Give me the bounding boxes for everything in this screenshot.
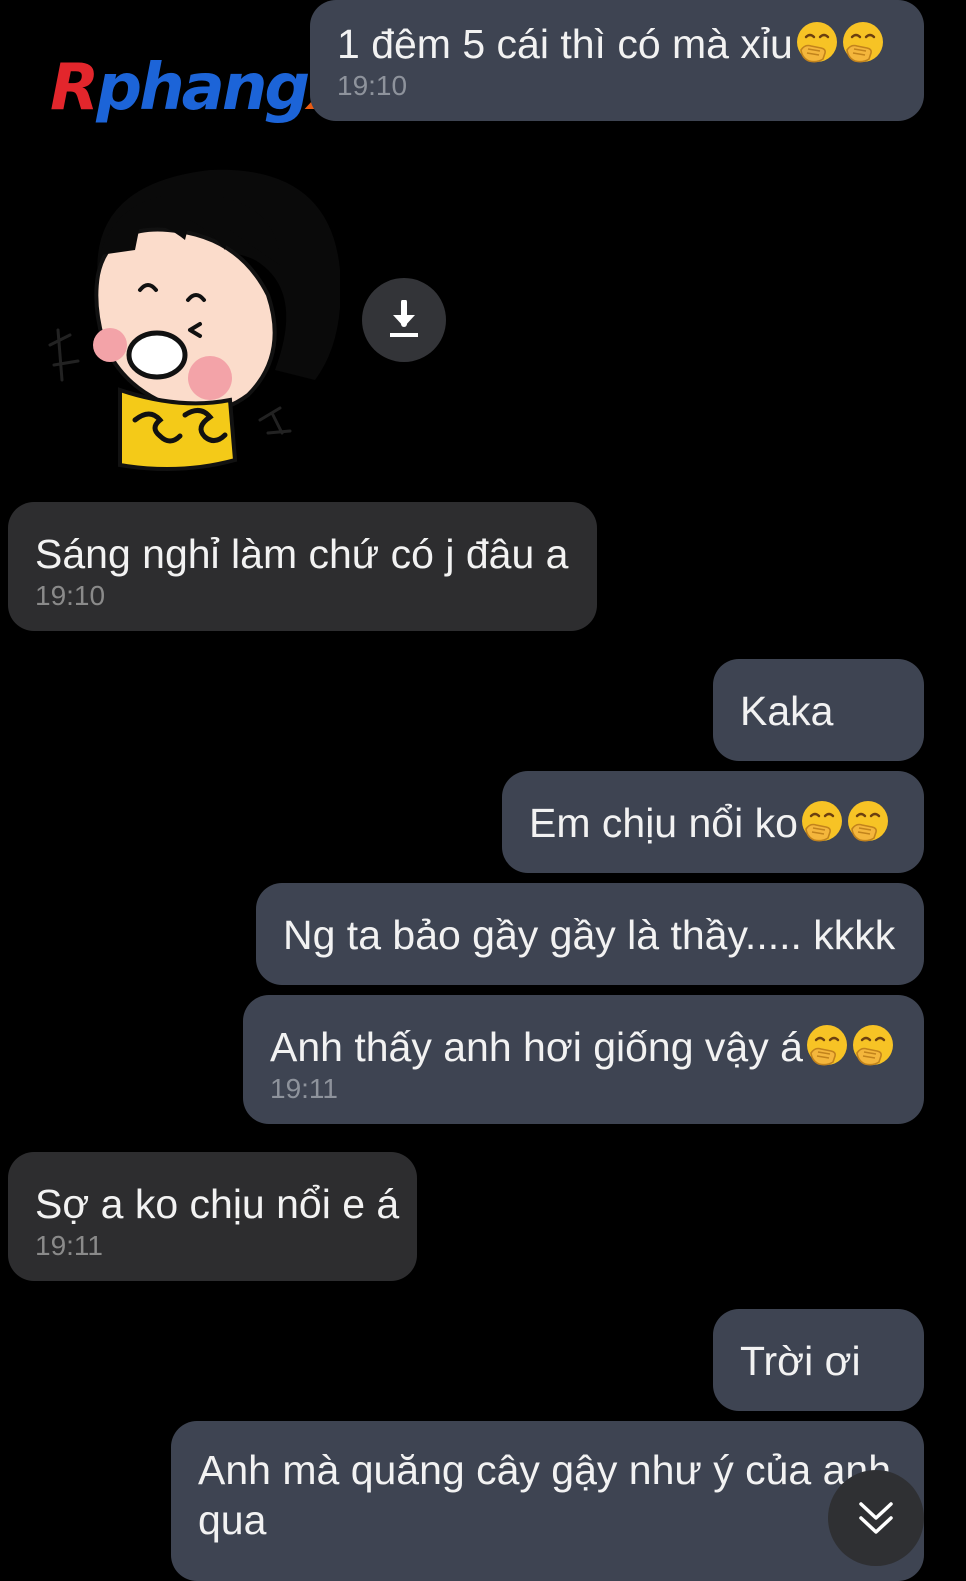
face-with-hand-over-mouth-icon [841,20,885,64]
face-with-hand-over-mouth-icon [851,1023,895,1067]
message-text: Ng ta bảo gầy gầy là thầy..... kkkk [283,912,896,958]
message-bubble-outgoing[interactable]: Kaka [713,659,924,761]
download-button[interactable] [362,278,446,362]
message-text: Anh thấy anh hơi giống vậy á [270,1024,803,1070]
message-bubble-outgoing[interactable]: 1 đêm 5 cái thì có mà xỉu 19:10 [310,0,924,121]
message-timestamp: 19:10 [35,580,106,611]
message-text: Sợ a ko chịu nổi e á [35,1181,400,1227]
face-with-hand-over-mouth-icon [795,20,839,64]
message-bubble-outgoing[interactable]: Ng ta bảo gầy gầy là thầy..... kkkk [256,883,924,985]
message-bubble-outgoing[interactable]: Trời ơi [713,1309,924,1411]
message-bubble-incoming[interactable]: Sợ a ko chịu nổi e á 19:11 [8,1152,417,1281]
double-chevron-down-icon [859,1502,893,1534]
message-timestamp: 19:11 [270,1073,338,1104]
message-bubble-outgoing[interactable]: Anh thấy anh hơi giống vậy á 19:11 [243,995,924,1124]
face-with-hand-over-mouth-icon [846,799,890,843]
message-text: Sáng nghỉ làm chứ có j đâu a [35,531,569,577]
message-text: Anh mà quăng cây gậy như ý của anh qua [198,1447,892,1543]
message-timestamp: 19:10 [337,70,408,101]
laughing-girl-sticker[interactable] [40,165,341,475]
message-timestamp: 19:11 [35,1230,103,1261]
download-icon [390,300,418,337]
message-text: Kaka [740,688,834,734]
scroll-to-bottom-button[interactable] [828,1470,924,1566]
message-bubble-outgoing[interactable]: Em chịu nổi ko [502,771,924,873]
message-text: 1 đêm 5 cái thì có mà xỉu [337,21,793,67]
face-with-hand-over-mouth-icon [800,799,844,843]
message-bubble-incoming[interactable]: Sáng nghỉ làm chứ có j đâu a 19:10 [8,502,597,631]
message-bubble-outgoing[interactable]: Anh mà quăng cây gậy như ý của anh qua [171,1421,924,1581]
watermark-logo: Rphangx [50,51,349,125]
face-with-hand-over-mouth-icon [805,1023,849,1067]
message-text: Em chịu nổi ko [529,800,798,846]
message-text: Trời ơi [740,1338,861,1384]
